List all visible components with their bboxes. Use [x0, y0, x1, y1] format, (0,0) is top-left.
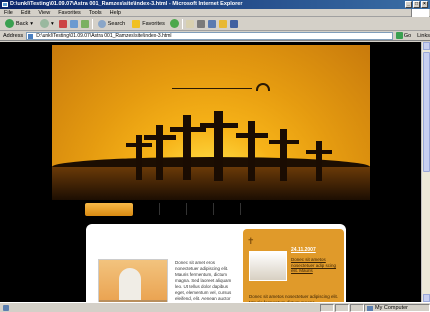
nav-divider: [186, 203, 187, 215]
menu-file[interactable]: File: [4, 10, 13, 16]
folder-icon[interactable]: [218, 19, 227, 28]
sun-logo-icon: [256, 83, 270, 91]
home-icon[interactable]: [80, 19, 89, 28]
menu-edit[interactable]: Edit: [21, 10, 30, 16]
cross-icon: [269, 140, 299, 144]
nav-item-active[interactable]: [85, 202, 133, 216]
security-zone: My Computer: [364, 303, 430, 312]
menu-view[interactable]: View: [38, 10, 50, 16]
window-controls: _ □ ×: [405, 1, 428, 8]
maximize-button[interactable]: □: [413, 1, 420, 8]
hands-image: [249, 251, 287, 281]
scroll-down-icon[interactable]: [423, 294, 430, 302]
links-button[interactable]: Links: [417, 33, 430, 39]
cross-icon: [214, 111, 223, 181]
go-button[interactable]: Go: [395, 32, 412, 39]
windows-logo-icon: [411, 9, 429, 17]
toolbar-separator: [181, 18, 183, 29]
status-cell: [335, 303, 349, 312]
search-label: Search: [107, 20, 126, 27]
cross-icon: [236, 133, 268, 138]
cross-icon: [144, 135, 176, 140]
status-text: [0, 304, 319, 311]
scroll-up-icon[interactable]: [423, 42, 430, 50]
nav-bar: [52, 200, 370, 218]
news-link[interactable]: Donec sit ametos nosectetuer adip scing …: [291, 257, 339, 274]
status-cell: [320, 303, 334, 312]
minimize-button[interactable]: _: [405, 1, 412, 8]
page-icon: [3, 304, 9, 311]
star-icon: [132, 19, 141, 28]
cross-icon: [126, 143, 152, 147]
cross-icon: ✝: [247, 236, 255, 246]
menu-help[interactable]: Help: [110, 10, 121, 16]
address-input[interactable]: D:\unkl\Testing\01.09.07\Astra 001_Ramze…: [26, 31, 393, 40]
cross-icon: [248, 121, 255, 181]
vertical-scrollbar[interactable]: [421, 42, 430, 302]
close-button[interactable]: ×: [421, 1, 428, 8]
bell-tower: [119, 268, 141, 302]
status-cell: [350, 303, 364, 312]
window-titlebar: D:\unkl\Testing\01.09.07\Astra 001_Ramze…: [0, 0, 430, 9]
status-bar: My Computer: [0, 302, 430, 312]
church-image: [98, 259, 168, 302]
menu-bar: File Edit View Favorites Tools Help: [0, 9, 430, 17]
nav-divider: [240, 203, 241, 215]
back-arrow-icon: [5, 19, 14, 28]
refresh-icon[interactable]: [69, 19, 78, 28]
stop-icon[interactable]: [58, 19, 67, 28]
chevron-down-icon[interactable]: ▾: [51, 21, 54, 27]
print-icon[interactable]: [196, 19, 205, 28]
cross-icon: [306, 150, 332, 154]
cross-icon: [280, 129, 287, 181]
menu-favorites[interactable]: Favorites: [58, 10, 81, 16]
search-button[interactable]: Search: [96, 18, 127, 29]
horizon: [52, 167, 370, 200]
content-panel: Donec sit amet eros nonectetuer adipisci…: [86, 224, 346, 302]
window-title: D:\unkl\Testing\01.09.07\Astra 001_Ramze…: [10, 1, 243, 7]
address-bar: Address D:\unkl\Testing\01.09.07\Astra 0…: [0, 31, 430, 41]
news-date-link[interactable]: 24.11.2007: [291, 247, 316, 253]
scrollbar-thumb[interactable]: [423, 52, 430, 172]
content-text: Donec sit amet eros nonectetuer adipisci…: [175, 260, 232, 301]
media-icon[interactable]: [169, 19, 179, 28]
forward-button[interactable]: ▾: [38, 18, 56, 29]
search-icon: [97, 19, 106, 28]
messenger-icon[interactable]: [229, 19, 238, 28]
forward-arrow-icon: [40, 19, 49, 28]
chevron-down-icon[interactable]: ▾: [30, 21, 33, 27]
news-sidebar: ✝ 24.11.2007 Donec sit ametos nosectetue…: [243, 229, 344, 302]
cross-icon: [200, 123, 238, 128]
hero-divider-line: [172, 88, 252, 89]
go-label: Go: [403, 32, 412, 39]
cross-icon: [136, 135, 142, 180]
ie-icon: [2, 2, 8, 7]
nav-divider: [213, 203, 214, 215]
news-text: Donec sit ametos nosectetuer adipiscing …: [249, 294, 339, 302]
favorites-button[interactable]: Favorites: [130, 18, 167, 29]
mail-icon[interactable]: [185, 19, 194, 28]
back-button[interactable]: Back ▾: [3, 18, 35, 29]
toolbar: Back ▾ ▾ Search Favorites: [0, 17, 430, 31]
cross-icon: [156, 125, 163, 180]
nav-divider: [159, 203, 160, 215]
edit-icon[interactable]: [207, 19, 216, 28]
hero-image: [52, 45, 370, 200]
favorites-label: Favorites: [142, 20, 165, 27]
toolbar-separator: [91, 18, 93, 29]
back-label: Back: [16, 20, 29, 27]
cross-icon: [316, 141, 322, 181]
address-label: Address: [3, 32, 24, 39]
menu-tools[interactable]: Tools: [89, 10, 102, 16]
page-viewport: Donec sit amet eros nonectetuer adipisci…: [0, 42, 421, 302]
cross-icon: [183, 115, 191, 180]
go-arrow-icon: [395, 32, 403, 39]
